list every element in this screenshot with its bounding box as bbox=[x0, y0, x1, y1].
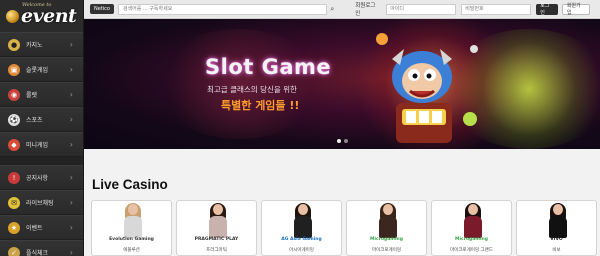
provider-logo: PRAGMATIC PLAY bbox=[194, 237, 239, 242]
sidebar-item-label: 룰렛 bbox=[26, 92, 38, 99]
dealer-photo bbox=[207, 203, 229, 240]
login-button[interactable]: 로그인 bbox=[536, 3, 558, 16]
banner-title: Slot Game bbox=[205, 55, 332, 79]
hero-banner[interactable]: Slot Game 최고급 클래스의 당신을 위한 특별한 게임들 !! bbox=[84, 19, 600, 149]
live-casino-cards: Evolution Gaming 에볼루션 PRAGMATIC PLAY 프라그… bbox=[91, 200, 597, 256]
chevron-right-icon: › bbox=[69, 40, 73, 49]
user-id-field[interactable] bbox=[386, 3, 457, 15]
sidebar-item-casino[interactable]: ● 카지노 › bbox=[0, 32, 83, 57]
casino-card[interactable]: AG Asia Gaming 아시아게이밍 bbox=[261, 200, 342, 256]
provider-logo: Microgaming bbox=[370, 237, 403, 242]
chevron-right-icon: › bbox=[69, 90, 73, 99]
search-icon[interactable]: ⌕ bbox=[327, 4, 337, 15]
casino-card[interactable]: PRAGMATIC PLAY 프라그마틱 bbox=[176, 200, 257, 256]
sidebar-item-chat[interactable]: ✉ 라이브채팅 › bbox=[0, 190, 83, 215]
provider-logo: Evolution Gaming bbox=[109, 237, 154, 242]
minigame-icon: ◆ bbox=[8, 138, 20, 151]
sidebar-item-minigame[interactable]: ◆ 미니게임 › bbox=[0, 132, 83, 157]
provider-caption: 마이크로게이밍 bbox=[372, 248, 401, 253]
event-icon: ★ bbox=[8, 221, 20, 234]
sidebar-item-check[interactable]: ✓ 플식체크 › bbox=[0, 240, 83, 256]
provider-caption: 아시아게이밍 bbox=[289, 248, 314, 253]
logo-tagline: Welcome to bbox=[22, 2, 52, 8]
login-title: 회원로그인 bbox=[355, 3, 376, 17]
sidebar-divider bbox=[0, 157, 83, 165]
logo-ball-icon bbox=[6, 9, 19, 23]
provider-caption: 프라그마틱 bbox=[206, 248, 227, 253]
sidebar-item-label: 이벤트 bbox=[26, 225, 43, 232]
casino-card[interactable]: VIVO 비보 bbox=[516, 200, 597, 256]
sidebar: event Welcome to ● 카지노 › ▣ 슬롯게임 › ◉ 룰렛 ›… bbox=[0, 0, 84, 256]
provider-caption: 마이크로게이밍 그랜드 bbox=[450, 248, 493, 253]
search-category-tag[interactable]: Netico bbox=[90, 4, 114, 14]
provider-logo: VIVO bbox=[550, 237, 563, 242]
slot-icon: ▣ bbox=[8, 63, 20, 76]
chat-icon: ✉ bbox=[8, 196, 20, 209]
sidebar-item-roulette[interactable]: ◉ 룰렛 › bbox=[0, 82, 83, 107]
app: event Welcome to ● 카지노 › ▣ 슬롯게임 › ◉ 룰렛 ›… bbox=[0, 0, 600, 256]
notice-icon: ! bbox=[8, 171, 20, 184]
dealer-photo bbox=[377, 203, 399, 240]
dealer-photo bbox=[547, 203, 569, 240]
sidebar-item-label: 플식체크 bbox=[26, 250, 49, 256]
sidebar-item-label: 미니게임 bbox=[26, 142, 49, 149]
chevron-right-icon: › bbox=[69, 173, 73, 182]
dealer-photo bbox=[122, 203, 144, 240]
logo[interactable]: event Welcome to bbox=[0, 0, 83, 32]
chevron-right-icon: › bbox=[69, 198, 73, 207]
casino-card[interactable]: Microgaming 마이크로게이밍 bbox=[346, 200, 427, 256]
carousel-dots bbox=[337, 139, 348, 143]
top-bar: Netico ⌕ 회원로그인 로그인 회원가입 bbox=[84, 0, 600, 19]
password-field[interactable] bbox=[461, 3, 532, 15]
banner-subtitle: 최고급 클래스의 당신을 위한 bbox=[207, 85, 297, 94]
chevron-right-icon: › bbox=[69, 248, 73, 256]
provider-caption: 비보 bbox=[552, 248, 561, 253]
sidebar-item-notice[interactable]: ! 공지사항 › bbox=[0, 165, 83, 190]
signup-button[interactable]: 회원가입 bbox=[561, 3, 590, 16]
sidebar-item-label: 스포츠 bbox=[26, 117, 43, 124]
carousel-dot-active[interactable] bbox=[337, 139, 341, 143]
sidebar-item-label: 공지사항 bbox=[26, 175, 49, 182]
casino-chip-icon: ● bbox=[8, 38, 20, 51]
search-input[interactable] bbox=[117, 3, 328, 15]
section-title: Live Casino bbox=[92, 177, 168, 192]
sports-ball-icon: ⚽ bbox=[8, 113, 20, 126]
provider-logo: AG Asia Gaming bbox=[281, 237, 322, 242]
carousel-dot[interactable] bbox=[344, 139, 348, 143]
casino-card[interactable]: Evolution Gaming 에볼루션 bbox=[91, 200, 172, 256]
provider-caption: 에볼루션 bbox=[123, 248, 140, 253]
dealer-photo bbox=[462, 203, 484, 240]
banner-subtitle-highlight: 특별한 게임들 !! bbox=[221, 99, 300, 112]
sidebar-item-label: 카지노 bbox=[26, 42, 43, 49]
provider-logo: Microgaming bbox=[455, 237, 488, 242]
sidebar-item-label: 슬롯게임 bbox=[26, 67, 49, 74]
slot-mascot-illustration bbox=[376, 33, 478, 143]
sidebar-item-event[interactable]: ★ 이벤트 › bbox=[0, 215, 83, 240]
dealer-photo bbox=[292, 203, 314, 240]
sidebar-item-label: 라이브채팅 bbox=[26, 200, 54, 207]
chevron-right-icon: › bbox=[69, 65, 73, 74]
chevron-right-icon: › bbox=[69, 223, 73, 232]
sidebar-item-slot[interactable]: ▣ 슬롯게임 › bbox=[0, 57, 83, 82]
casino-card[interactable]: Microgaming 마이크로게이밍 그랜드 bbox=[431, 200, 512, 256]
logo-text: event bbox=[21, 5, 77, 27]
sidebar-item-sports[interactable]: ⚽ 스포츠 › bbox=[0, 107, 83, 132]
roulette-icon: ◉ bbox=[8, 88, 20, 101]
check-icon: ✓ bbox=[8, 246, 20, 256]
chevron-right-icon: › bbox=[69, 115, 73, 124]
chevron-right-icon: › bbox=[69, 140, 73, 149]
sidebar-menu: ● 카지노 › ▣ 슬롯게임 › ◉ 룰렛 › ⚽ 스포츠 › ◆ 미니게임 ›… bbox=[0, 32, 83, 256]
